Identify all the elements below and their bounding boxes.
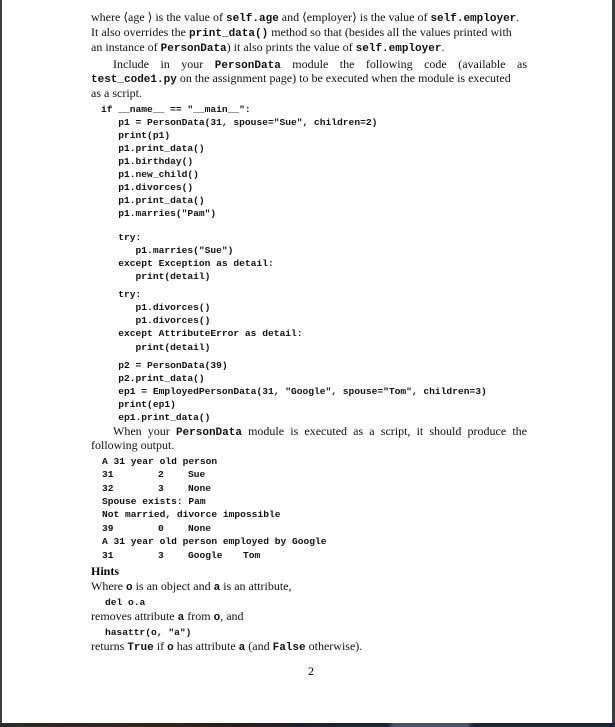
para1-line2: It also overrides the print_data() metho…	[91, 25, 512, 41]
code-line: if __name__ == "__main__":	[101, 104, 251, 115]
code-line: print(detail)	[101, 271, 211, 282]
code-line: p1.divorces()	[101, 302, 211, 313]
code-line: p2.print_data()	[101, 373, 205, 384]
code-line: p1.print_data()	[101, 143, 205, 154]
para1-line3: an instance of PersonData) it also print…	[91, 40, 445, 56]
para1-line1: where ⟨age ⟩ is the value of self.age an…	[91, 10, 520, 26]
output-row: 39 0 None	[102, 523, 212, 534]
hints-line3: returns True if o has attribute a (and F…	[91, 639, 363, 655]
code-line: try:	[101, 232, 142, 243]
output-line: A 31 year old person	[102, 456, 218, 467]
hints-code-hasattr: hasattr(o, "a")	[105, 627, 192, 638]
hints-heading: Hints	[91, 564, 120, 578]
page-number: 2	[308, 664, 314, 678]
output-line: A 31 year old person employed by Google	[102, 536, 327, 547]
code-line: p1.birthday()	[101, 156, 194, 167]
output-row: 31 2 Sue	[102, 469, 206, 480]
code-line: except Exception as detail:	[101, 258, 274, 269]
code-line: p1.marries("Sue")	[101, 245, 234, 256]
output-line: Not married, divorce impossible	[102, 509, 281, 520]
code-line: p1.marries("Pam")	[101, 208, 217, 219]
hints-line2: removes attribute a from o, and	[91, 609, 244, 625]
taskbar-strip	[0, 723, 615, 727]
code-line: p1.print_data()	[101, 195, 205, 206]
code-line: p1 = PersonData(31, spouse="Sue", childr…	[101, 117, 378, 128]
code-line: print(p1)	[101, 130, 171, 141]
code-line: p1.divorces()	[101, 315, 211, 326]
hints-line1: Where o is an object and a is an attribu…	[91, 579, 292, 595]
hints-code-del: del o.a	[105, 597, 146, 608]
document-page: where ⟨age ⟩ is the value of self.age an…	[2, 0, 612, 723]
code-line: p1.divorces()	[101, 182, 194, 193]
code-line: try:	[101, 289, 142, 300]
code-line: except AttributeError as detail:	[101, 328, 303, 339]
para3-line2: following output.	[91, 438, 175, 452]
output-row: 32 3 None	[102, 483, 212, 494]
code-line: ep1.print_data()	[101, 412, 211, 423]
code-line: print(detail)	[101, 342, 211, 353]
code-line: ep1 = EmployedPersonData(31, "Google", s…	[101, 386, 487, 397]
output-row: 31 3 Google Tom	[102, 550, 261, 561]
para2-line3: as a script.	[91, 86, 142, 100]
para2-line2: test_code1.py on the assignment page) to…	[91, 71, 511, 87]
code-line: p2 = PersonData(39)	[101, 360, 228, 371]
code-line: p1.new_child()	[101, 169, 199, 180]
output-line: Spouse exists: Pam	[102, 496, 206, 507]
code-line: print(ep1)	[101, 399, 176, 410]
